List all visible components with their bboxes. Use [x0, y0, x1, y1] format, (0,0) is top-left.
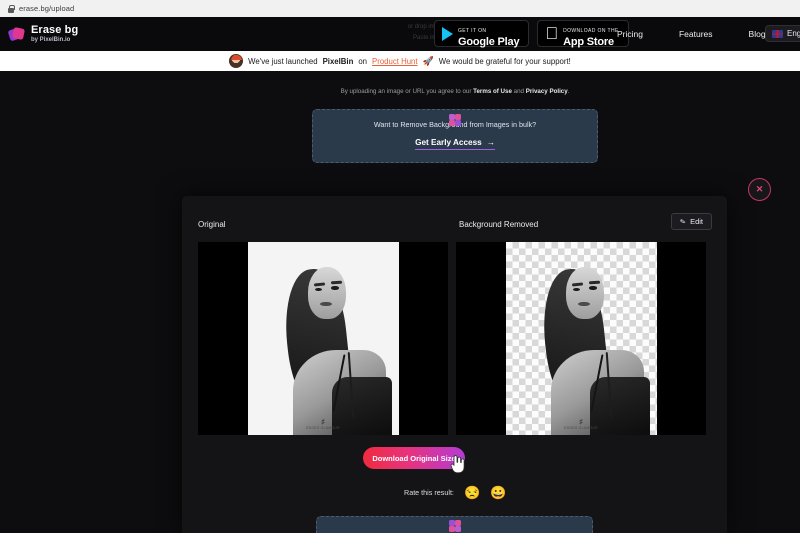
app-root: erase.bg/upload Erase bg by PixelBin.io …	[0, 0, 800, 533]
arrow-right-icon: →	[486, 138, 495, 147]
brand-logo[interactable]: Erase bg by PixelBin.io	[7, 23, 79, 44]
get-early-access-button[interactable]: Get Early Access →	[415, 138, 495, 150]
comparison-panes: ♯ EDGES GLAMOUR ♯ EDGES GLAMOUR	[198, 242, 706, 435]
google-play-icon	[442, 26, 453, 41]
close-label: ✕	[755, 184, 764, 194]
store-badges: GET IT ON Google Play  Download on the …	[434, 20, 629, 47]
google-play-main: Google Play	[458, 35, 520, 48]
rocket-icon: 🚀	[422, 55, 434, 66]
legal-prefix: By uploading an image or URL you agree t…	[340, 88, 472, 95]
address-bar[interactable]: erase.bg/upload	[8, 4, 74, 13]
announce-text-3: We would be grateful for your support!	[438, 56, 571, 66]
result-pane: ♯ EDGES GLAMOUR	[456, 242, 706, 435]
background-removed-label: Background Removed	[459, 220, 539, 229]
nav-item-features[interactable]: Features	[679, 29, 713, 39]
bulk-promo-card-bottom	[316, 516, 593, 533]
original-pane: ♯ EDGES GLAMOUR	[198, 242, 448, 435]
rating-row: Rate this result: 😒 😀	[404, 486, 506, 499]
language-label: English	[787, 29, 800, 38]
legal-notice: By uploading an image or URL you agree t…	[312, 71, 598, 109]
apple-icon: 	[545, 25, 558, 42]
main-nav: Pricing Features Blog	[617, 29, 766, 39]
product-hunt-avatar	[229, 54, 244, 68]
grinning-face-emoji[interactable]: 😀	[490, 486, 506, 499]
get-early-access-label: Get Early Access	[415, 138, 482, 147]
legal-and: and	[513, 88, 524, 95]
browser-chrome: erase.bg/upload	[0, 0, 800, 17]
legal-end: .	[567, 88, 570, 95]
upload-section: By uploading an image or URL you agree t…	[312, 71, 598, 163]
image-watermark-result: ♯ EDGES GLAMOUR	[564, 418, 598, 430]
pencil-icon: ✎	[679, 217, 687, 227]
background-removed-image: ♯ EDGES GLAMOUR	[505, 242, 657, 435]
result-modal: ✕ Original Background Removed ✎ Edit ♯ E…	[182, 178, 771, 533]
edit-label: Edit	[690, 217, 703, 226]
brand-title: Erase bg	[31, 23, 79, 36]
app-store-badge[interactable]:  Download on the App Store	[537, 20, 629, 48]
privacy-link[interactable]: Privacy Policy	[526, 88, 568, 95]
announce-text-1: We've just launched	[248, 56, 318, 66]
original-label: Original	[198, 220, 226, 229]
nav-item-pricing[interactable]: Pricing	[617, 29, 643, 39]
google-play-sub: GET IT ON	[458, 27, 487, 34]
unamused-face-emoji[interactable]: 😒	[464, 486, 480, 499]
modal-header: Original Background Removed ✎ Edit	[182, 196, 727, 240]
terms-link[interactable]: Terms of Use	[473, 88, 512, 95]
lock-icon	[8, 4, 15, 13]
announcement-banner: We've just launched PixelBin on Product …	[0, 51, 800, 71]
download-original-size-button[interactable]: Download Original Size	[363, 447, 465, 469]
uk-flag-icon	[772, 29, 783, 38]
portrait-graphic-cutout	[506, 242, 657, 435]
erasebg-logo-icon	[7, 26, 26, 43]
app-store-main: App Store	[550, 35, 614, 48]
close-icon[interactable]: ✕	[748, 178, 771, 201]
google-play-badge[interactable]: GET IT ON Google Play	[434, 20, 530, 48]
nav-item-blog[interactable]: Blog	[749, 29, 766, 39]
rate-label: Rate this result:	[404, 488, 454, 497]
edit-button[interactable]: ✎ Edit	[671, 213, 712, 230]
app-store-sub: Download on the	[550, 27, 618, 34]
pixelbin-x-icon-bottom	[448, 520, 461, 532]
url-text: erase.bg/upload	[19, 4, 75, 13]
announce-brand: PixelBin	[322, 56, 354, 66]
product-hunt-link[interactable]: Product Hunt	[372, 57, 418, 66]
language-selector[interactable]: English	[765, 25, 800, 42]
image-watermark: ♯ EDGES GLAMOUR	[306, 418, 340, 430]
announce-text-2: on	[358, 56, 368, 66]
portrait-graphic	[248, 242, 399, 435]
original-image: ♯ EDGES GLAMOUR	[247, 242, 399, 435]
bulk-promo-card: Want to Remove Background from Images in…	[312, 109, 598, 163]
brand-subtitle: by PixelBin.io	[31, 37, 71, 44]
